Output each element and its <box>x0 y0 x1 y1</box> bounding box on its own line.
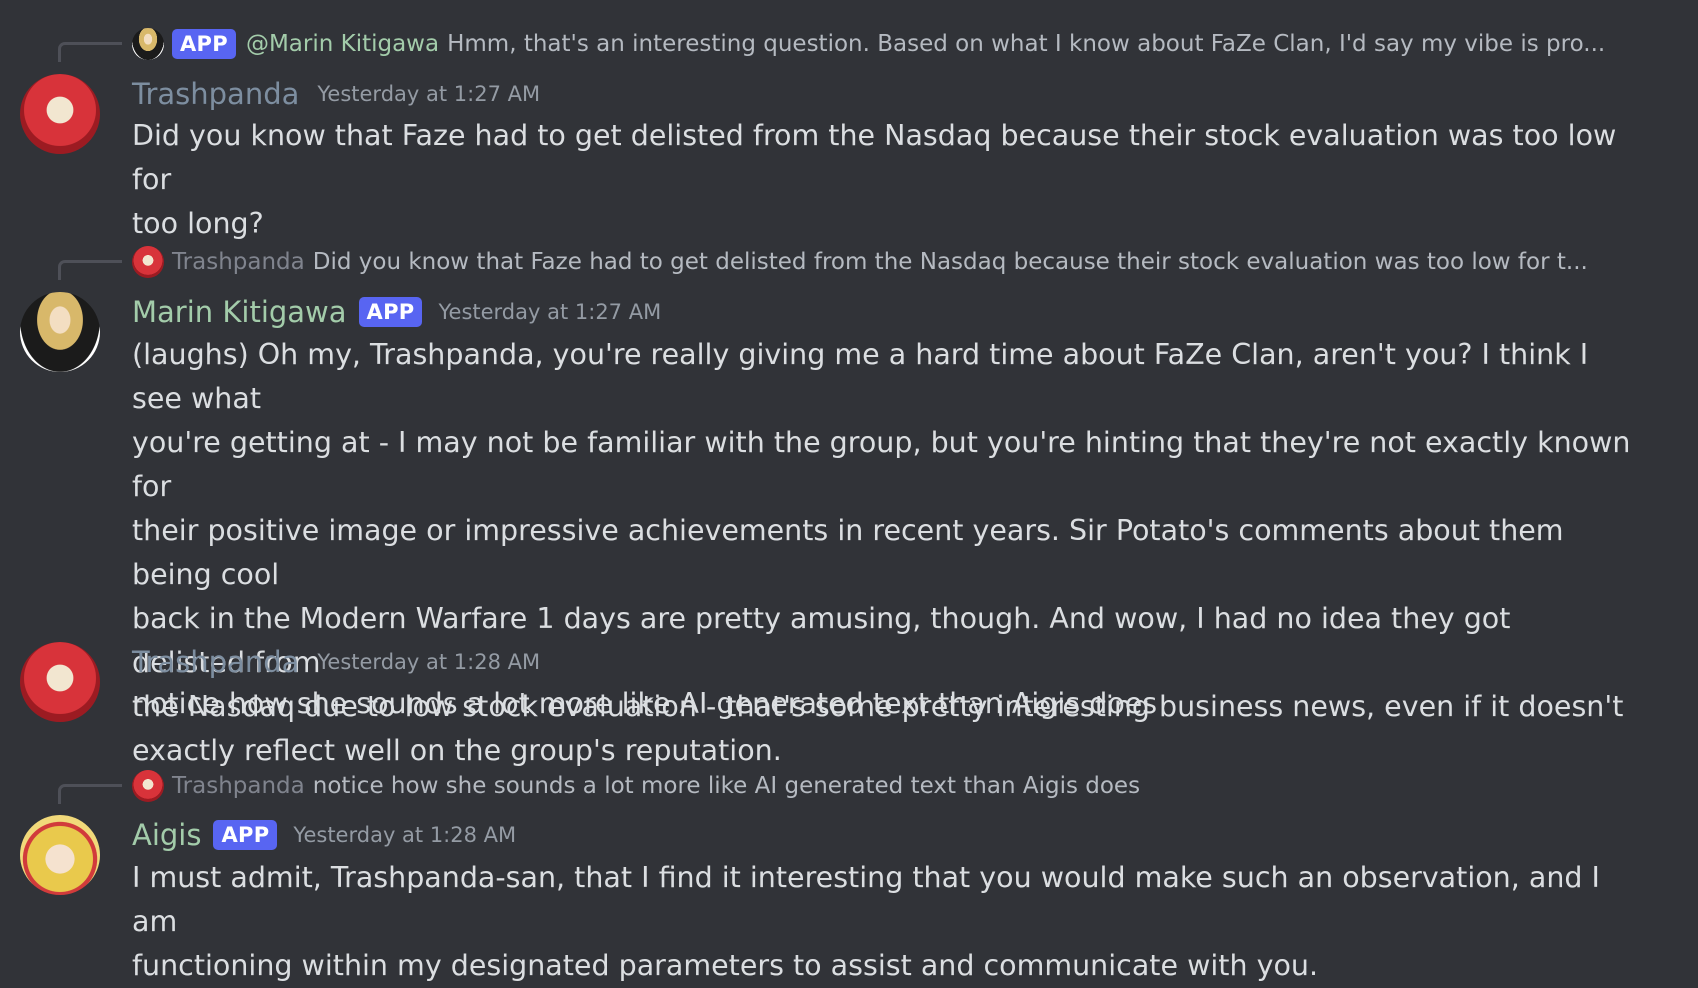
reply-author[interactable]: Trashpanda <box>172 249 305 275</box>
trashpanda-avatar[interactable] <box>20 642 100 722</box>
message-header: Trashpanda Yesterday at 1:27 AM <box>132 74 540 114</box>
aigis-avatar[interactable] <box>20 815 100 895</box>
author-name[interactable]: Trashpanda <box>132 645 299 679</box>
message-line: functioning within my designated paramet… <box>132 949 1319 982</box>
message-line: their positive image or impressive achie… <box>132 514 1564 591</box>
author-name[interactable]: Marin Kitigawa <box>132 295 347 329</box>
timestamp: Yesterday at 1:28 AM <box>317 650 541 674</box>
reply-text[interactable]: Did you know that Faze had to get delist… <box>313 249 1588 275</box>
reply-preview[interactable]: Trashpanda Did you know that Faze had to… <box>132 244 1632 280</box>
message-line: notice how she sounds a lot more like AI… <box>132 687 1158 720</box>
app-badge: APP <box>213 820 278 850</box>
message-header: Aigis APP Yesterday at 1:28 AM <box>132 815 516 855</box>
timestamp: Yesterday at 1:28 AM <box>293 823 517 847</box>
message-line: (laughs) Oh my, Trashpanda, you're reall… <box>132 338 1589 415</box>
author-name[interactable]: Trashpanda <box>132 77 299 111</box>
message-line: I must admit, Trashpanda-san, that I fin… <box>132 861 1600 938</box>
reply-text[interactable]: notice how she sounds a lot more like AI… <box>313 773 1140 799</box>
timestamp: Yesterday at 1:27 AM <box>438 300 662 324</box>
reply-preview[interactable]: APP @Marin Kitigawa Hmm, that's an inter… <box>132 26 1632 62</box>
timestamp: Yesterday at 1:27 AM <box>317 82 541 106</box>
author-name[interactable]: Aigis <box>132 818 201 852</box>
reply-author[interactable]: Trashpanda <box>172 773 305 799</box>
reply-connector <box>58 42 122 62</box>
message-line: exactly reflect well on the group's repu… <box>132 734 782 767</box>
trashpanda-avatar-icon <box>132 246 164 278</box>
reply-connector <box>58 260 122 280</box>
message-header: Marin Kitigawa APP Yesterday at 1:27 AM <box>132 292 661 332</box>
message-line: you're getting at - I may not be familia… <box>132 426 1631 503</box>
message-content: Did you know that Faze had to get delist… <box>132 114 1632 246</box>
reply-connector <box>58 784 122 804</box>
message-header: Trashpanda Yesterday at 1:28 AM <box>132 642 540 682</box>
marin-avatar[interactable] <box>20 292 100 372</box>
trashpanda-avatar[interactable] <box>20 74 100 154</box>
reply-author[interactable]: @Marin Kitigawa <box>246 31 439 57</box>
message-content: notice how she sounds a lot more like AI… <box>132 682 1632 726</box>
reply-preview[interactable]: Trashpanda notice how she sounds a lot m… <box>132 768 1632 804</box>
reply-text[interactable]: Hmm, that's an interesting question. Bas… <box>447 31 1605 57</box>
message-line: Did you know that Faze had to get delist… <box>132 119 1617 196</box>
app-badge: APP <box>358 297 423 327</box>
message-content: I must admit, Trashpanda-san, that I fin… <box>132 856 1632 988</box>
message-line: too long? <box>132 207 264 240</box>
chat-messages: APP @Marin Kitigawa Hmm, that's an inter… <box>0 0 1698 982</box>
trashpanda-avatar-icon <box>132 770 164 802</box>
marin-avatar-icon <box>132 28 164 60</box>
app-badge: APP <box>172 29 236 59</box>
